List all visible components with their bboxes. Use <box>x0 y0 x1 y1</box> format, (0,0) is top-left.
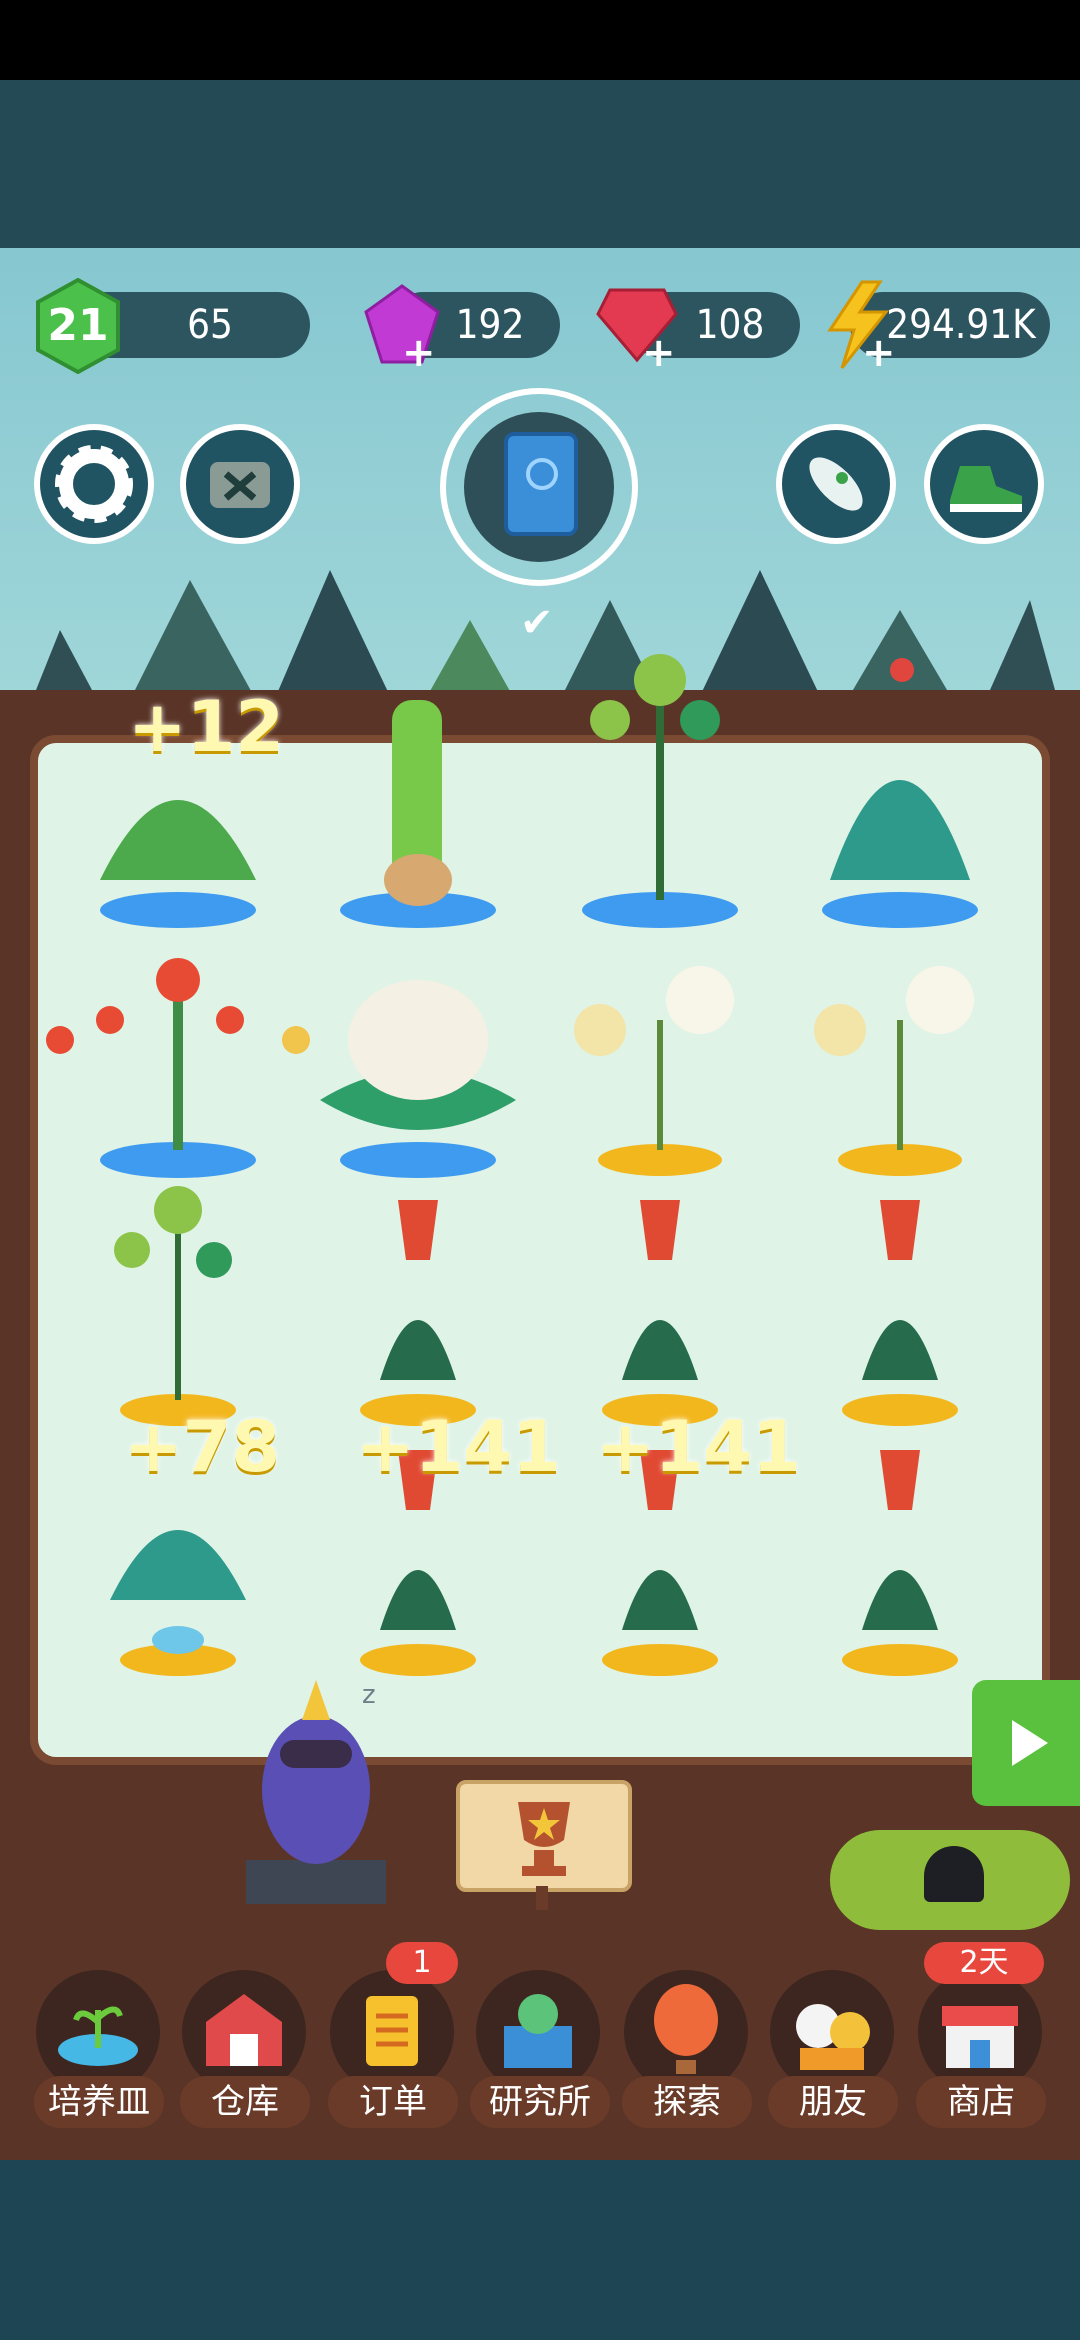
nav-label[interactable]: 商店 <box>916 2076 1046 2128</box>
bottom-banner <box>0 2160 1080 2340</box>
next-button[interactable] <box>972 1680 1080 1806</box>
no-ads-icon <box>210 462 270 508</box>
orders-badge: 1 <box>386 1942 458 1984</box>
trophy-sign[interactable] <box>456 1780 632 1892</box>
add-ruby-icon[interactable]: + <box>642 330 676 376</box>
sign-post <box>536 1886 548 1910</box>
reward-float: +141 <box>356 1406 561 1488</box>
shop-timer-badge: 2天 <box>924 1942 1044 1984</box>
sneaker-icon <box>950 466 1022 512</box>
rocket-icon <box>809 457 863 511</box>
trophy-icon <box>518 1802 570 1876</box>
top-banner <box>0 80 1080 248</box>
reward-float: +12 <box>128 686 285 768</box>
reward-float: +141 <box>596 1406 801 1488</box>
sleep-z-icon: z <box>362 1680 376 1710</box>
nav-label[interactable]: 研究所 <box>470 2076 610 2128</box>
add-energy-icon[interactable]: + <box>862 330 896 376</box>
no-ads-button[interactable] <box>180 424 300 544</box>
eye-cave-icon[interactable] <box>924 1846 984 1902</box>
plant-encyclopedia-button[interactable] <box>440 388 638 586</box>
gear-icon <box>55 445 133 523</box>
blue-book-icon <box>504 432 578 536</box>
purple-monster-mascot[interactable] <box>240 1680 390 1920</box>
nav-label[interactable]: 仓库 <box>180 2076 310 2128</box>
nav-label[interactable]: 朋友 <box>768 2076 898 2128</box>
nav-label[interactable]: 培养皿 <box>34 2076 164 2128</box>
level-number: 21 <box>47 300 109 351</box>
sneaker-button[interactable] <box>924 424 1044 544</box>
plant-grid <box>46 654 978 1676</box>
reward-float: +78 <box>124 1406 281 1488</box>
nav-label[interactable]: 订单 <box>328 2076 458 2128</box>
play-arrow-icon <box>1012 1720 1048 1766</box>
add-gem-icon[interactable]: + <box>402 330 436 376</box>
nav-label[interactable]: 探索 <box>622 2076 752 2128</box>
rocket-button[interactable] <box>776 424 896 544</box>
settings-button[interactable] <box>34 424 154 544</box>
status-bar <box>0 0 1080 80</box>
